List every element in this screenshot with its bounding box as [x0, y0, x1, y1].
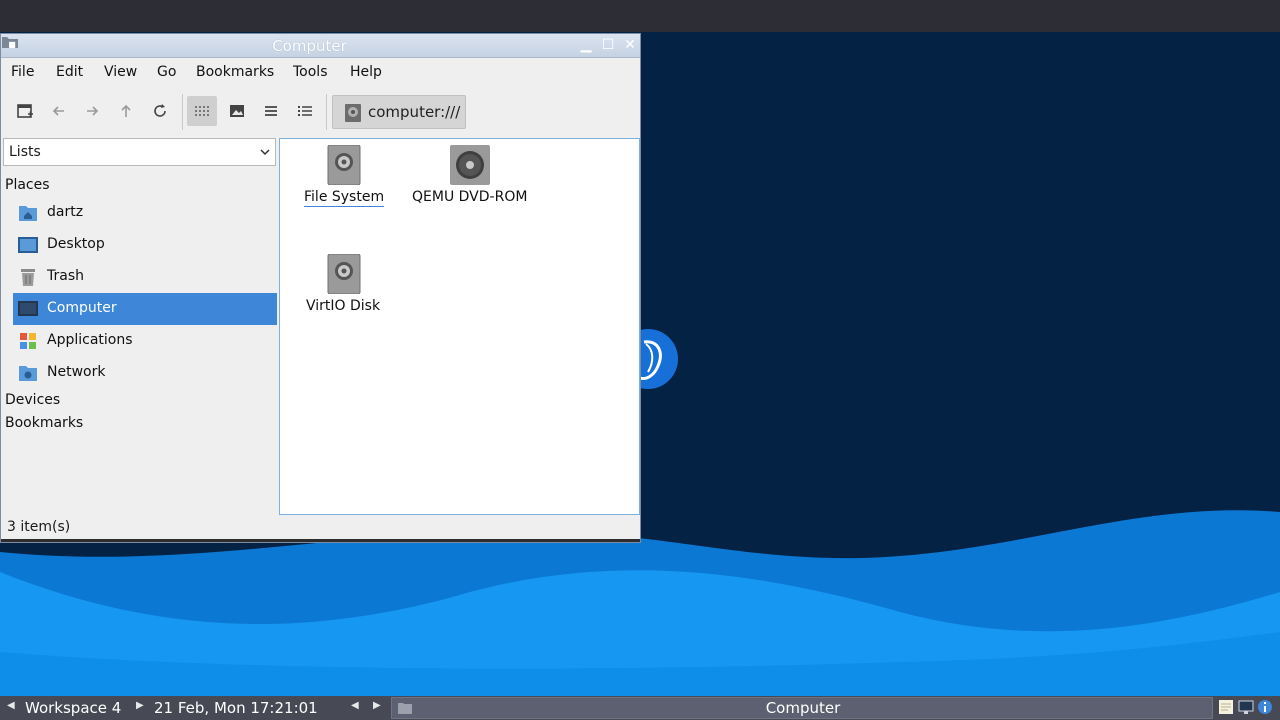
new-window-button[interactable]	[10, 96, 40, 126]
sidebar-item-label: Trash	[47, 268, 84, 284]
sidebar-item-label: Desktop	[47, 236, 105, 252]
desktop-icon	[18, 237, 38, 253]
compact-view-icon	[265, 106, 277, 116]
maximize-button[interactable]: ☐	[599, 37, 617, 54]
menu-help[interactable]: Help	[350, 64, 382, 80]
file-item-label: QEMU DVD-ROM	[412, 189, 528, 205]
bookmarks-header[interactable]: Bookmarks	[5, 415, 83, 431]
status-text: 3 item(s)	[7, 519, 71, 535]
thumbnail-view-icon	[230, 105, 244, 117]
file-item-label: File System	[304, 189, 385, 207]
window-title: Computer	[272, 37, 347, 55]
forward-arrow-icon	[87, 106, 99, 116]
applications-icon	[20, 333, 36, 349]
file-item-label: VirtIO Disk	[306, 298, 381, 314]
file-view[interactable]: File System QEMU DVD-ROM VirtIO Disk	[279, 138, 640, 515]
taskbar: ◀ Workspace 4 ▶ 21 Feb, Mon 17:21:01 ◀ ▶…	[0, 696, 1280, 720]
clock[interactable]: 21 Feb, Mon 17:21:01	[154, 699, 318, 717]
menu-bookmarks[interactable]: Bookmarks	[196, 64, 274, 80]
menu-edit[interactable]: Edit	[56, 64, 83, 80]
sidebar-item-dartz[interactable]: dartz	[13, 197, 277, 229]
sidebar-item-desktop[interactable]: Desktop	[13, 229, 277, 261]
notes-icon[interactable]	[1218, 699, 1234, 715]
top-panel	[0, 0, 1280, 32]
back-arrow-icon	[52, 106, 64, 116]
sidebar-item-computer[interactable]: Computer	[13, 293, 277, 325]
sidebar-item-label: Network	[47, 364, 106, 380]
toolbar: computer:///	[1, 90, 640, 134]
info-icon[interactable]	[1257, 699, 1273, 715]
icon-view-icon	[195, 106, 209, 116]
detailed-list-view-button[interactable]	[290, 96, 320, 126]
sidebar-item-network[interactable]: Network	[13, 357, 277, 389]
file-item-file-system[interactable]: File System	[280, 139, 408, 219]
detailed-list-view-icon	[298, 106, 312, 116]
hard-disk-icon	[327, 145, 361, 185]
file-manager-window: ■ Computer ▁ ☐ ✕ File Edit View Go Bookm…	[0, 33, 641, 543]
status-bar: 3 item(s)	[1, 516, 640, 542]
computer-icon	[18, 301, 38, 316]
scroll-tasks-right-icon[interactable]: ▶	[373, 700, 381, 711]
optical-drive-icon	[450, 145, 490, 185]
reload-icon	[154, 104, 166, 117]
reload-button[interactable]	[145, 96, 175, 126]
icon-view-button[interactable]	[187, 96, 217, 126]
sidebar-item-label: Computer	[47, 300, 117, 316]
sidebar-item-trash[interactable]: Trash	[13, 261, 277, 293]
sidebar-item-applications[interactable]: Applications	[13, 325, 277, 357]
side-pane-selector[interactable]: Lists	[3, 138, 276, 166]
devices-header[interactable]: Devices	[5, 392, 60, 408]
new-window-icon	[17, 104, 33, 118]
network-monitor-icon[interactable]	[1238, 699, 1254, 715]
workspace-label[interactable]: Workspace 4	[25, 699, 121, 717]
menu-bar: File Edit View Go Bookmarks Tools Help	[1, 59, 640, 85]
next-workspace-icon[interactable]: ▶	[136, 700, 144, 711]
menu-tools[interactable]: Tools	[293, 64, 328, 80]
forward-button[interactable]	[77, 96, 107, 126]
previous-workspace-icon[interactable]: ◀	[7, 700, 15, 711]
chevron-down-icon	[260, 149, 270, 156]
hard-disk-icon	[327, 254, 361, 294]
side-pane-selector-value: Lists	[9, 144, 41, 160]
hard-disk-icon	[345, 104, 361, 122]
places-header[interactable]: Places	[5, 177, 50, 193]
close-button[interactable]: ✕	[621, 37, 639, 54]
location-path-button[interactable]: computer:///	[332, 95, 466, 129]
network-folder-icon	[19, 366, 37, 381]
minimize-button[interactable]: ▁	[577, 37, 595, 54]
trash-icon	[21, 269, 35, 286]
location-path: computer:///	[368, 103, 461, 121]
file-item-virtio-disk[interactable]: VirtIO Disk	[280, 248, 408, 328]
task-button-label: Computer	[765, 699, 841, 717]
back-button[interactable]	[44, 96, 74, 126]
menu-go[interactable]: Go	[157, 64, 176, 80]
up-arrow-icon	[121, 104, 131, 117]
compact-view-button[interactable]	[256, 96, 286, 126]
task-button-computer[interactable]: Computer	[391, 697, 1213, 719]
sidebar-item-label: dartz	[47, 204, 84, 220]
file-item-qemu-dvd-rom[interactable]: QEMU DVD-ROM	[408, 139, 536, 219]
home-folder-icon	[19, 206, 37, 221]
sidebar-item-label: Applications	[47, 332, 133, 348]
scroll-tasks-left-icon[interactable]: ◀	[351, 700, 359, 711]
thumbnail-view-button[interactable]	[222, 96, 252, 126]
menu-view[interactable]: View	[104, 64, 137, 80]
toolbar-separator	[182, 94, 183, 130]
title-bar[interactable]: ■ Computer ▁ ☐ ✕	[1, 34, 640, 58]
up-button[interactable]	[111, 96, 141, 126]
toolbar-separator	[326, 94, 327, 130]
menu-file[interactable]: File	[11, 64, 34, 80]
